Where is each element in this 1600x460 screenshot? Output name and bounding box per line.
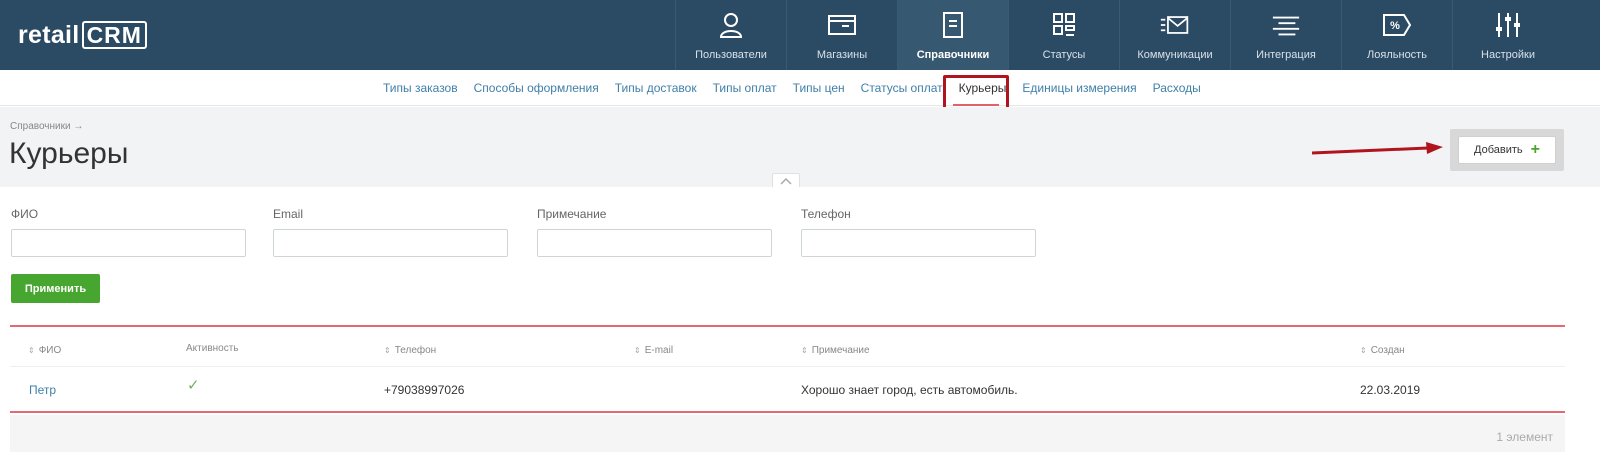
column-phone[interactable]: ⇕ Телефон: [384, 345, 436, 356]
email-input[interactable]: [273, 229, 508, 257]
email-field-label: Email: [273, 207, 304, 221]
cell-fio[interactable]: Петр: [29, 383, 56, 397]
logo-retail-text: retail: [18, 20, 80, 49]
topnav-users-label: Пользователи: [695, 49, 767, 61]
column-active: Активность: [186, 343, 239, 354]
sliders-icon: [1493, 11, 1523, 39]
subnav-payment-statuses[interactable]: Статусы оплат: [861, 81, 943, 95]
items-count: 1 элемент: [1496, 430, 1553, 444]
topnav-loyalty[interactable]: % Лояльность: [1341, 0, 1452, 70]
column-created[interactable]: ⇕ Создан: [1360, 345, 1405, 356]
topnav-statuses-label: Статусы: [1042, 49, 1086, 61]
column-note[interactable]: ⇕ Примечание: [801, 345, 870, 356]
topnav-directories-label: Справочники: [916, 49, 990, 61]
subnav-order-methods[interactable]: Способы оформления: [474, 81, 599, 95]
add-button-highlight: Добавить +: [1450, 129, 1564, 171]
top-navigation: Пользователи Магазины Справочники Статус…: [675, 0, 1563, 70]
column-created-label: Создан: [1370, 345, 1405, 356]
subnav-units[interactable]: Единицы измерения: [1022, 81, 1136, 95]
phone-input[interactable]: [801, 229, 1036, 257]
document-icon: [938, 11, 968, 39]
page-header: Справочники → Курьеры Добавить +: [0, 107, 1600, 187]
subnav-price-types[interactable]: Типы цен: [793, 81, 845, 95]
collapse-filter-toggle[interactable]: [772, 173, 800, 187]
sort-icon: ⇕: [634, 346, 641, 355]
cell-created: 22.03.2019: [1360, 383, 1421, 397]
fio-filter: ФИО: [11, 207, 246, 257]
integration-icon: [1271, 11, 1301, 39]
checkmark-icon: ✓: [187, 377, 200, 394]
top-bar: retail CRM Пользователи Магазины Справоч…: [0, 0, 1600, 70]
topnav-communications-label: Коммуникации: [1137, 49, 1213, 61]
email-filter: Email: [273, 207, 508, 257]
topnav-statuses[interactable]: Статусы: [1008, 0, 1119, 70]
column-note-label: Примечание: [811, 345, 870, 356]
couriers-table: ⇕ ФИО Активность ⇕ Телефон ⇕ E-mail ⇕ Примеч…: [10, 325, 1565, 452]
column-email[interactable]: ⇕ E-mail: [634, 345, 673, 356]
cell-phone: +79038997026: [384, 383, 465, 397]
topnav-stores[interactable]: Магазины: [786, 0, 897, 70]
table-row[interactable]: Петр ✓ +79038997026 Хорошо знает город, …: [10, 367, 1565, 413]
statuses-icon: [1049, 11, 1079, 39]
column-phone-label: Телефон: [394, 345, 437, 356]
plus-icon: +: [1530, 141, 1540, 158]
apply-button[interactable]: Применить: [11, 274, 100, 303]
breadcrumb[interactable]: Справочники →: [10, 121, 83, 132]
fio-input[interactable]: [11, 229, 246, 257]
column-fio[interactable]: ⇕ ФИО: [28, 345, 61, 356]
phone-filter: Телефон: [801, 207, 1036, 257]
topnav-directories[interactable]: Справочники: [897, 0, 1008, 70]
column-fio-label: ФИО: [38, 345, 62, 356]
page-title: Курьеры: [9, 137, 129, 170]
percent-tag-icon: %: [1382, 11, 1412, 39]
svg-text:%: %: [1390, 20, 1400, 32]
subnav-order-types[interactable]: Типы заказов: [383, 81, 458, 95]
table-footer: 1 элемент: [10, 415, 1565, 452]
logo-crm-text: CRM: [81, 21, 147, 49]
sort-icon: ⇕: [1360, 346, 1367, 355]
table-header: ⇕ ФИО Активность ⇕ Телефон ⇕ E-mail ⇕ Примеч…: [10, 327, 1565, 367]
topnav-communications[interactable]: Коммуникации: [1119, 0, 1230, 70]
sort-icon: ⇕: [28, 346, 35, 355]
topnav-settings-label: Настройки: [1481, 49, 1535, 61]
red-arrow-annotation: [1311, 142, 1443, 155]
store-icon: [827, 11, 857, 39]
user-icon: [716, 11, 746, 39]
note-filter: Примечание: [537, 207, 772, 257]
subnav-couriers[interactable]: Курьеры: [959, 81, 1007, 95]
active-tab-underline: [953, 104, 999, 106]
topnav-integration[interactable]: Интеграция: [1230, 0, 1341, 70]
phone-field-label: Телефон: [801, 207, 851, 221]
filter-form: ФИО Email Примечание Телефон Применить: [0, 187, 1600, 312]
topnav-integration-label: Интеграция: [1256, 49, 1316, 61]
mail-icon: [1160, 11, 1190, 39]
subnav-expenses[interactable]: Расходы: [1153, 81, 1201, 95]
subnav-delivery-types[interactable]: Типы доставок: [615, 81, 697, 95]
sort-icon: ⇕: [384, 346, 391, 355]
fio-field-label: ФИО: [11, 207, 39, 221]
topnav-stores-label: Магазины: [816, 49, 868, 61]
topnav-users[interactable]: Пользователи: [675, 0, 786, 70]
column-email-label: E-mail: [644, 345, 674, 356]
add-button[interactable]: Добавить +: [1458, 136, 1556, 164]
retailcrm-logo[interactable]: retail CRM: [18, 18, 147, 52]
note-field-label: Примечание: [537, 207, 607, 221]
sub-navigation: Типы заказов Способы оформления Типы дос…: [0, 70, 1600, 106]
sort-icon: ⇕: [801, 346, 808, 355]
topnav-loyalty-label: Лояльность: [1367, 49, 1427, 61]
subnav-payment-types[interactable]: Типы оплат: [713, 81, 777, 95]
note-input[interactable]: [537, 229, 772, 257]
cell-note: Хорошо знает город, есть автомобиль.: [801, 383, 1018, 397]
add-button-label: Добавить: [1474, 144, 1523, 156]
topnav-settings[interactable]: Настройки: [1452, 0, 1563, 70]
